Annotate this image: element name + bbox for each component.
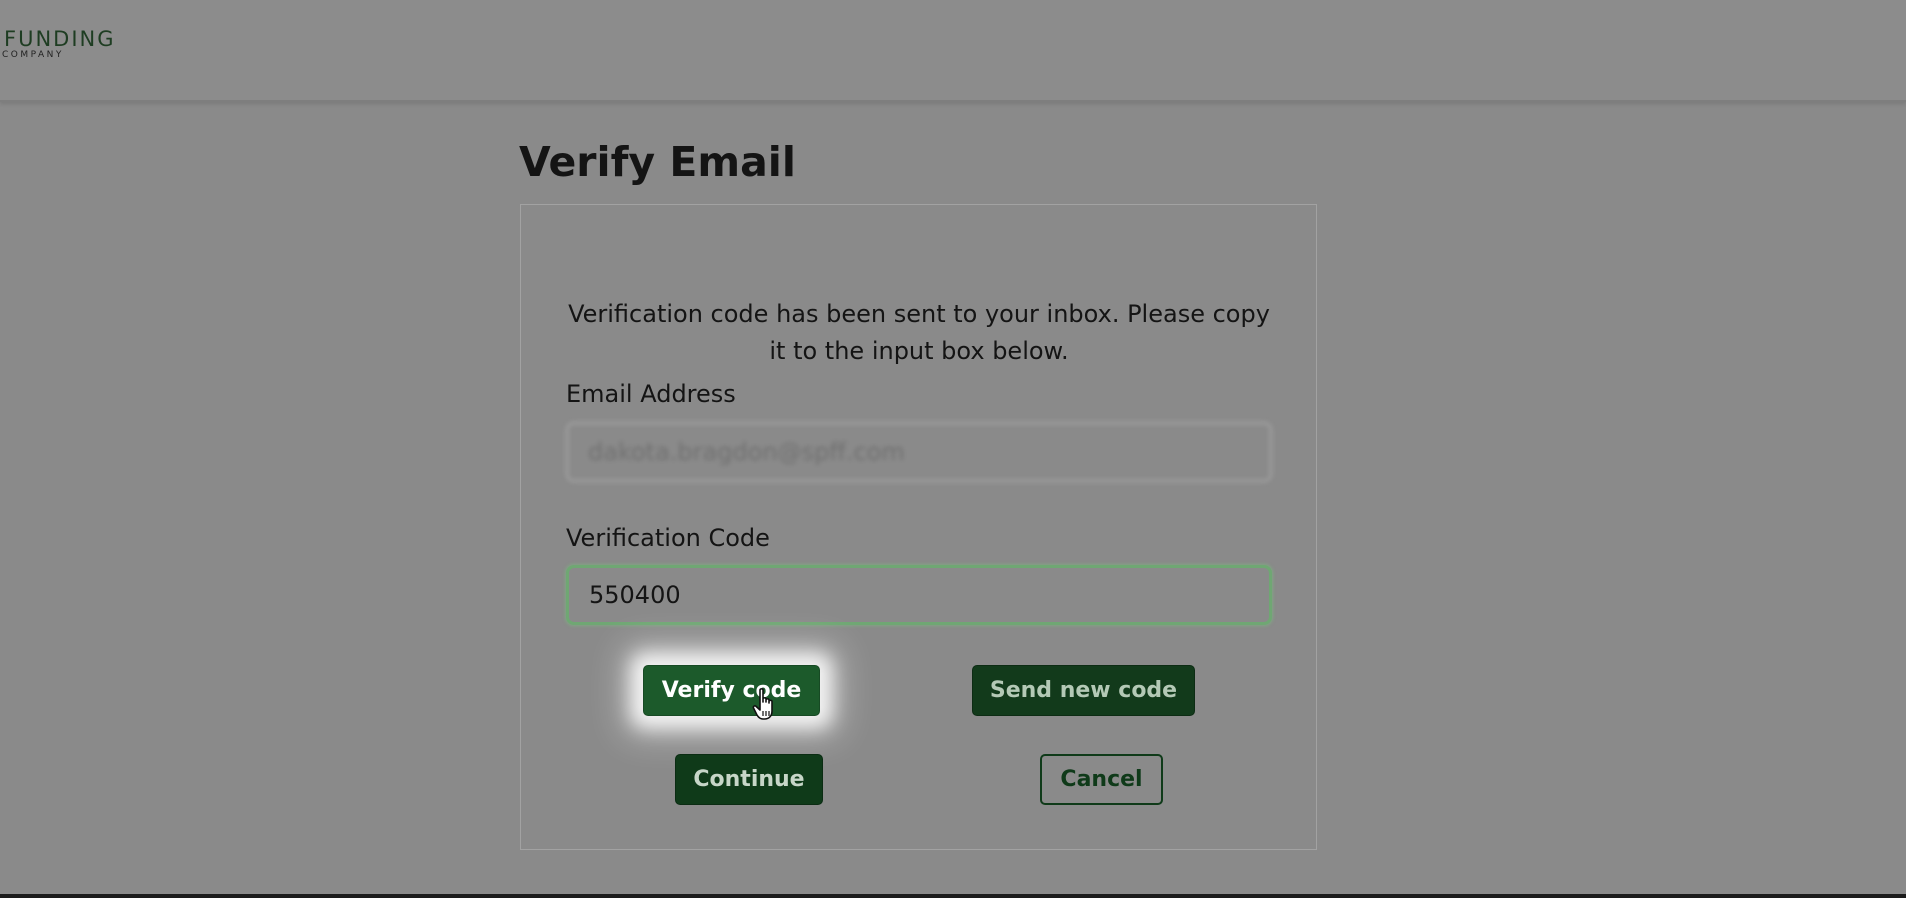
logo-subtext: COMPANY (2, 50, 64, 60)
page-title: Verify Email (519, 138, 796, 186)
send-new-code-button[interactable]: Send new code (972, 665, 1195, 716)
top-header: FUNDING COMPANY (0, 0, 1906, 102)
verification-code-input[interactable] (566, 565, 1272, 625)
logo-text: FUNDING (4, 27, 116, 51)
verification-code-label: Verification Code (566, 524, 770, 552)
email-address-input[interactable] (566, 422, 1272, 482)
continue-button[interactable]: Continue (675, 754, 823, 805)
email-address-label: Email Address (566, 380, 736, 408)
cancel-button[interactable]: Cancel (1040, 754, 1163, 805)
bottom-divider (0, 894, 1906, 898)
verify-code-button[interactable]: Verify code (643, 665, 820, 716)
company-logo[interactable]: FUNDING COMPANY (2, 27, 116, 61)
verification-message: Verification code has been sent to your … (568, 300, 1270, 365)
